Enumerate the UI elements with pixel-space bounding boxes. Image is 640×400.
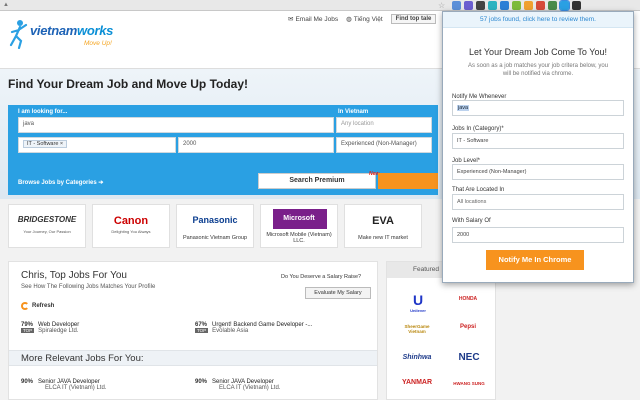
top-jobs-subtitle: See How The Following Jobs Matches Your … xyxy=(21,284,156,290)
looking-for-label: I am looking for... xyxy=(18,109,68,115)
unilever-logo[interactable]: U Unilever xyxy=(401,292,435,313)
github-icon[interactable] xyxy=(572,1,581,10)
hwangsung-logo[interactable]: HWANG SUNG xyxy=(451,381,487,386)
location-label: That Are Located In xyxy=(452,187,505,193)
company-name: ELCA IT (Vietnam) Ltd. xyxy=(45,385,107,391)
employer-card-panasonic[interactable]: Panasonic Panasonic Vietnam Group xyxy=(176,204,254,248)
notify-keyword-value: java xyxy=(457,105,470,111)
folder-icon[interactable] xyxy=(452,1,461,10)
search-premium-button[interactable]: Search Premium xyxy=(258,173,376,189)
language-link[interactable]: ◍ Tiếng Việt xyxy=(346,15,383,24)
pepsi-logo[interactable]: Pepsi xyxy=(453,324,483,330)
bridgestone-tagline: Your Journey, Our Passion xyxy=(23,229,71,234)
browser-toolbar: ▲ ☆ xyxy=(0,0,640,11)
honda-logo[interactable]: HONDA xyxy=(449,296,487,302)
job-item[interactable]: 67% Urgent! Backend Game Developer -... T… xyxy=(195,322,312,334)
nec-logo[interactable]: NEC xyxy=(451,352,487,363)
location-label: In Vietnam xyxy=(338,109,369,115)
yanmar-logo[interactable]: YANMAR xyxy=(397,379,437,386)
language-label: Tiếng Việt xyxy=(353,15,383,23)
shinhwa-logo[interactable]: Shinhwa xyxy=(397,354,437,361)
envelope-icon: ✉ xyxy=(288,16,294,23)
job-level-select[interactable]: Experienced (Non-Manager) xyxy=(452,164,624,180)
top-jobs-panel: Chris, Top Jobs For You See How The Foll… xyxy=(8,261,378,400)
extension-icon-8[interactable] xyxy=(536,1,545,10)
canon-tagline: Delighting You Always xyxy=(111,229,151,234)
sheergame-logo[interactable]: SheerGame Vietnam xyxy=(397,324,437,334)
jobs-found-link[interactable]: 57 jobs found, click here to review them… xyxy=(443,12,633,28)
extension-icon-9[interactable] xyxy=(548,1,557,10)
scroll-up-arrow-icon[interactable]: ▲ xyxy=(3,2,9,8)
top-jobs-title: Chris, Top Jobs For You xyxy=(21,270,127,281)
panasonic-caption: Panasonic Vietnam Group xyxy=(182,235,248,241)
find-top-talent-button[interactable]: Find top tale xyxy=(390,14,437,24)
eva-caption: Make new IT market xyxy=(358,235,408,241)
salary-question: Do You Deserve a Salary Raise? xyxy=(281,274,362,280)
vietnamworks-extension-icon[interactable] xyxy=(559,0,570,11)
popup-description: As soon as a job matches your job criter… xyxy=(467,63,609,78)
browse-categories-link[interactable]: Browse Jobs by Categories ➔ xyxy=(18,179,103,186)
job-alert-popup: 57 jobs found, click here to review them… xyxy=(442,11,634,283)
job-item[interactable]: 90% Senior JAVA Developer ELCA IT (Vietna… xyxy=(21,379,106,391)
refresh-label: Refresh xyxy=(32,303,55,309)
job-item[interactable]: 79% Web Developer TOP Spiraledge Ltd. xyxy=(21,322,79,334)
employer-card-microsoft[interactable]: Microsoft Microsoft Mobile (Vietnam) LLC… xyxy=(260,204,338,248)
salary-input[interactable]: 2000 xyxy=(452,227,624,243)
salary-input[interactable]: 2000 xyxy=(178,137,334,153)
globe-icon: ◍ xyxy=(346,16,352,23)
panasonic-logo: Panasonic xyxy=(192,215,238,225)
email-me-jobs-link[interactable]: ✉ Email Me Jobs xyxy=(288,15,339,24)
extension-icon-6[interactable] xyxy=(512,1,521,10)
employer-card-canon[interactable]: Canon Delighting You Always xyxy=(92,204,170,248)
employer-card-eva[interactable]: EVA Make new IT market xyxy=(344,204,422,248)
popup-title: Let Your Dream Job Come To You! xyxy=(469,47,607,57)
notify-me-button[interactable]: Notify Me In Chrome xyxy=(486,250,584,270)
company-name: Evolable Asia xyxy=(212,328,249,334)
search-panel: I am looking for... In Vietnam java Any … xyxy=(8,105,438,195)
location-select[interactable]: All locations xyxy=(452,194,624,210)
match-percent: 90% xyxy=(21,379,34,385)
logo-tagline: Move Up! xyxy=(84,40,112,47)
email-me-jobs-label: Email Me Jobs xyxy=(295,15,339,23)
extension-icon-5[interactable] xyxy=(500,1,509,10)
top-links: ✉ Email Me Jobs ◍ Tiếng Việt Find top ta… xyxy=(288,14,437,24)
top-tag: TOP xyxy=(21,328,35,333)
logo-person-icon xyxy=(9,20,28,49)
extension-icon-7[interactable] xyxy=(524,1,533,10)
company-name: Spiraledge Ltd. xyxy=(38,328,79,334)
salary-label: With Salary Of xyxy=(452,218,491,224)
company-name: ELCA IT (Vietnam) Ltd. xyxy=(219,385,281,391)
extension-icon-3[interactable] xyxy=(476,1,485,10)
top-tag: TOP xyxy=(195,328,209,333)
match-percent: 90% xyxy=(195,379,208,385)
microsoft-logo: Microsoft xyxy=(283,215,315,222)
refresh-icon xyxy=(21,302,29,310)
canon-logo: Canon xyxy=(113,215,149,227)
employer-card-bridgestone[interactable]: BRIDGESTONE Your Journey, Our Passion xyxy=(8,204,86,248)
category-select[interactable]: IT - Software xyxy=(452,133,624,149)
location-select[interactable]: Any location xyxy=(336,117,432,133)
eva-logo: EVA xyxy=(372,215,394,227)
notify-keyword-input[interactable]: java xyxy=(452,100,624,116)
extension-icon-4[interactable] xyxy=(488,1,497,10)
bridgestone-logo: BRIDGESTONE xyxy=(17,215,77,224)
category-select[interactable]: IT - Software × xyxy=(18,137,176,153)
extension-icon-2[interactable] xyxy=(464,1,473,10)
category-label: Jobs In (Category)* xyxy=(452,126,504,132)
microsoft-caption: Microsoft Mobile (Vietnam) LLC. xyxy=(266,232,332,244)
search-button[interactable] xyxy=(378,173,438,189)
bookmark-star-icon[interactable]: ☆ xyxy=(438,1,445,10)
keyword-input[interactable]: java xyxy=(18,117,334,133)
evaluate-salary-button[interactable]: Evaluate My Salary xyxy=(305,287,371,299)
job-level-select[interactable]: Experienced (Non-Manager) xyxy=(336,137,432,153)
employer-logos: BRIDGESTONE Your Journey, Our Passion Ca… xyxy=(8,204,422,248)
job-item[interactable]: 90% Senior JAVA Developer ELCA IT (Vietna… xyxy=(195,379,280,391)
refresh-button[interactable]: Refresh xyxy=(21,302,54,310)
extension-icons xyxy=(452,0,581,11)
category-chip[interactable]: IT - Software × xyxy=(23,140,68,148)
hero-title: Find Your Dream Job and Move Up Today! xyxy=(8,77,249,91)
more-jobs-title: More Relevant Jobs For You: xyxy=(21,353,144,364)
site-logo[interactable]: vietnamworks xyxy=(30,23,113,38)
